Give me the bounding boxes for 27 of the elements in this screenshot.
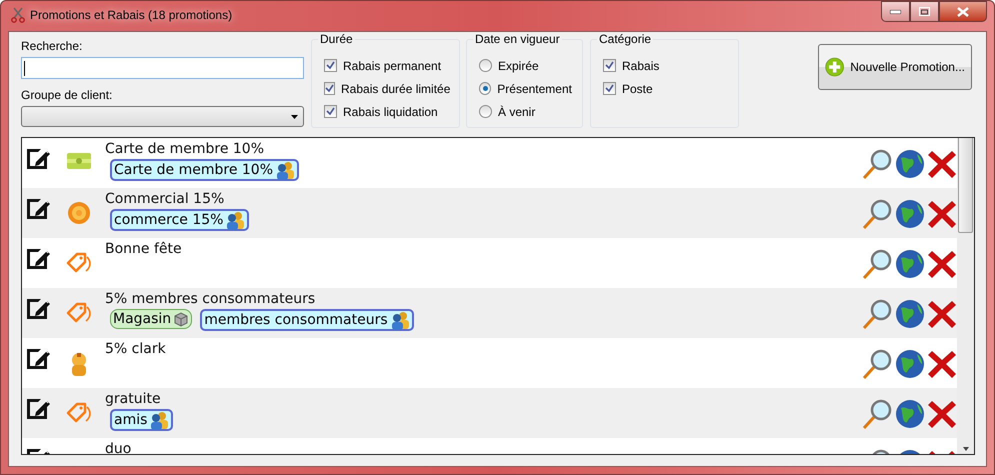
option-label[interactable]: Rabais [622,58,660,72]
option-label[interactable]: Rabais liquidation [343,104,438,118]
new-promotion-button[interactable]: Nouvelle Promotion... [818,44,972,90]
promotion-name: gratuite [105,391,162,407]
promotion-name: Commercial 15% [105,191,226,207]
option-label[interactable]: Rabais durée limitée [341,82,450,96]
group-title: Date en vigueur [473,32,562,46]
tag-chip: amis [110,409,174,431]
promotion-name: 5% clark [105,341,167,357]
promotion-name: Carte de membre 10% [105,141,266,157]
option-label[interactable]: Présentement [497,82,572,96]
promotion-name: duo [105,441,132,454]
client-group-label: Groupe de client: [21,88,114,103]
option-label[interactable]: Poste [622,82,653,96]
option-label[interactable]: À venir [498,104,536,118]
promotion-name: 5% membres consommateurs [105,291,316,307]
tag-chip: membres consommateurs [200,309,414,331]
tag-chip: Carte de membre 10% [110,159,300,181]
group-title: Durée [318,32,355,46]
search-label: Recherche: [21,39,84,54]
option-label[interactable]: Rabais permanent [343,58,442,72]
tag-chip: Magasin [110,309,192,329]
option-label[interactable]: Expirée [498,58,539,72]
window-title: Promotions et Rabais (18 promotions) [30,8,232,22]
group-title: Catégorie [597,32,654,46]
promotion-name: Bonne fête [105,241,183,257]
tag-chip: commerce 15% [110,209,250,231]
